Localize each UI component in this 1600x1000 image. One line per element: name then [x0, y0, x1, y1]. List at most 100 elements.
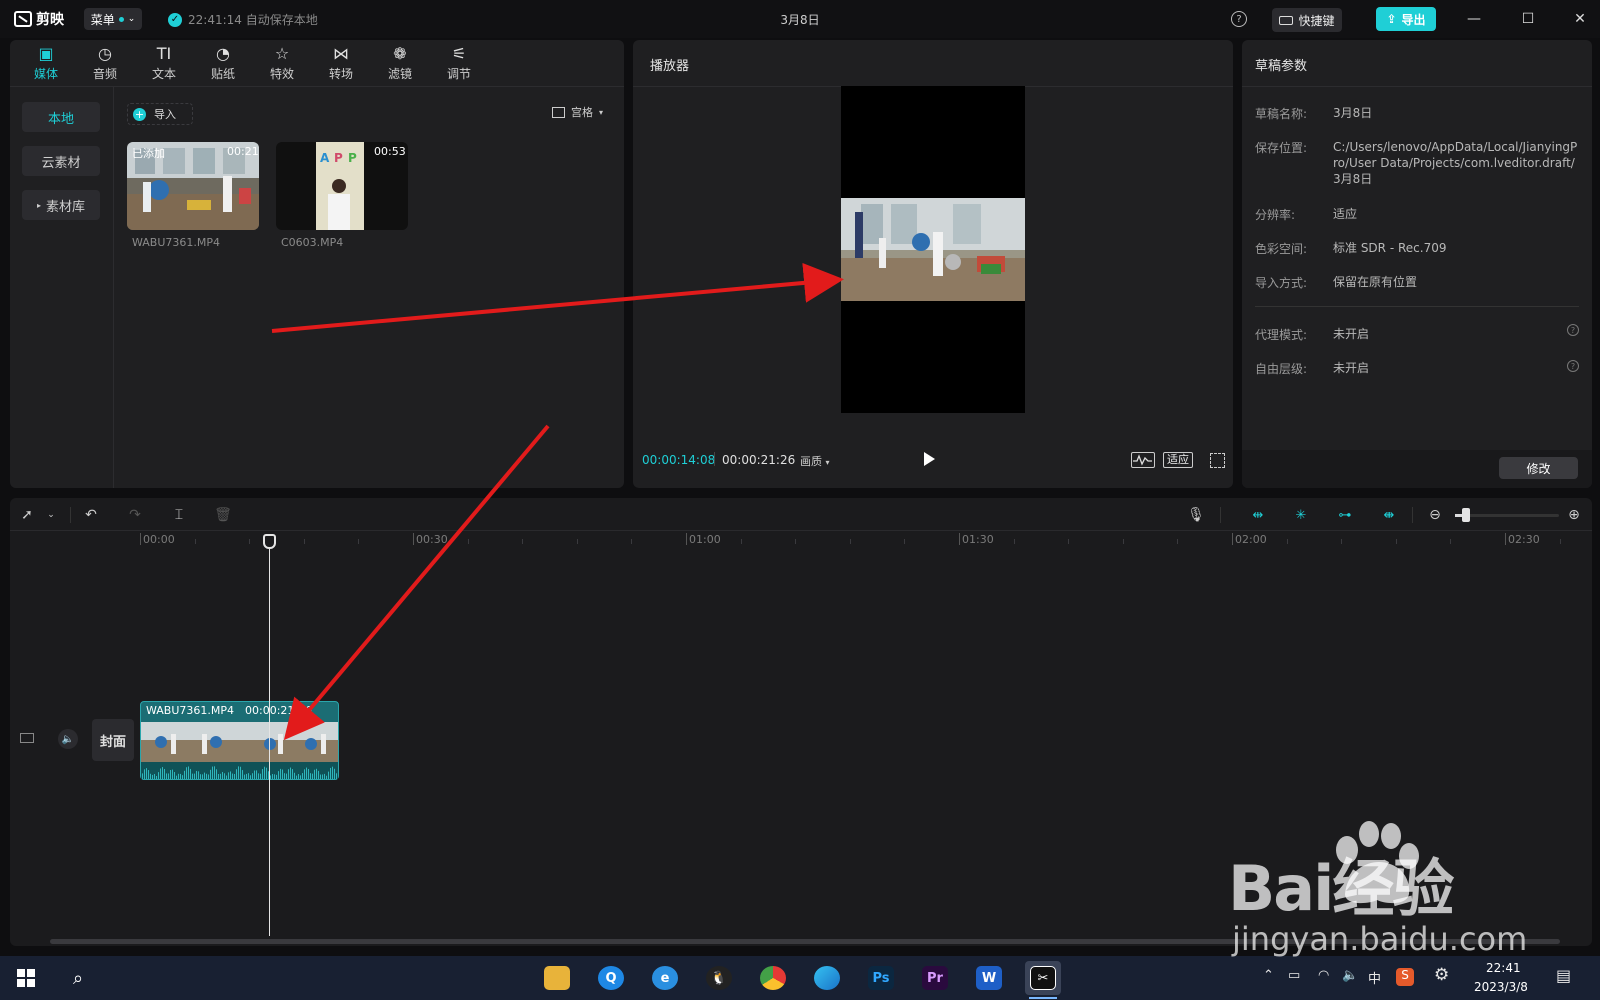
- export-button[interactable]: ⇪ 导出: [1376, 7, 1436, 31]
- tray-expand-icon[interactable]: ⌃: [1263, 968, 1274, 983]
- tab-text[interactable]: TI 文本: [137, 44, 191, 84]
- waveform-bar: [160, 768, 161, 779]
- sidebar-item-cloud[interactable]: 云素材: [22, 146, 100, 176]
- input-method-indicator[interactable]: 中: [1368, 968, 1381, 987]
- close-button[interactable]: ✕: [1570, 10, 1590, 28]
- ruler-tick: [1232, 533, 1233, 545]
- sidebar-item-local[interactable]: 本地: [22, 102, 100, 132]
- browser-q-icon[interactable]: Q: [593, 961, 629, 995]
- fullscreen-icon[interactable]: [1210, 453, 1225, 468]
- shortcut-button[interactable]: 快捷键: [1272, 8, 1342, 32]
- ruler-label: 01:00: [689, 533, 721, 546]
- timecode-divider: [714, 452, 715, 466]
- zoom-slider-track[interactable]: [1455, 514, 1559, 517]
- waveform-bar: [304, 769, 305, 779]
- waveform-bar: [258, 773, 259, 779]
- track-hide-icon[interactable]: [20, 733, 34, 743]
- menu-button[interactable]: 菜单 ⌄: [84, 8, 142, 30]
- tab-label: 文本: [151, 67, 176, 81]
- battery-icon[interactable]: ▭: [1288, 968, 1300, 983]
- modify-button[interactable]: 修改: [1499, 457, 1578, 479]
- qq-icon[interactable]: 🐧: [701, 961, 737, 995]
- info-icon[interactable]: ?: [1567, 324, 1579, 336]
- tab-label: 特效: [269, 67, 294, 81]
- minimize-button[interactable]: —: [1464, 10, 1484, 28]
- main-track-magnet-icon[interactable]: ⇹: [1247, 506, 1269, 524]
- redo-icon[interactable]: ↷: [126, 506, 144, 524]
- tab-sticker[interactable]: ◔ 贴纸: [196, 44, 250, 84]
- sticker-icon: ◔: [216, 43, 230, 63]
- sidebar-item-library[interactable]: ▸ 素材库: [22, 190, 100, 220]
- ruler-minor-tick: [577, 539, 578, 544]
- ruler-minor-tick: [904, 539, 905, 544]
- waveform-bar: [248, 773, 249, 779]
- clock-date[interactable]: 2023/3/8: [1474, 980, 1528, 994]
- transition-icon: ⋈: [333, 43, 349, 63]
- play-icon[interactable]: [924, 452, 935, 466]
- tab-label: 音频: [92, 67, 117, 81]
- search-icon[interactable]: ⌕: [60, 961, 96, 995]
- quality-dropdown[interactable]: 画质 ▾: [800, 453, 830, 469]
- w-glyph: W: [976, 966, 1002, 990]
- tab-effects[interactable]: ☆ 特效: [255, 44, 309, 84]
- photoshop-icon[interactable]: Ps: [863, 961, 899, 995]
- waveform-bar: [176, 775, 177, 779]
- tab-media[interactable]: ▣ 媒体: [19, 44, 73, 84]
- waveform-glyph: [142, 766, 337, 779]
- zoom-slider-handle[interactable]: [1462, 508, 1470, 522]
- cover-button[interactable]: 封面: [92, 719, 134, 761]
- zoom-in-icon[interactable]: ⊕: [1565, 506, 1583, 524]
- tab-filter[interactable]: ❁ 滤镜: [373, 44, 427, 84]
- windows-taskbar: [0, 956, 1600, 1000]
- tab-transition[interactable]: ⋈ 转场: [314, 44, 368, 84]
- zoom-out-icon[interactable]: ⊖: [1426, 506, 1444, 524]
- playhead-handle[interactable]: [263, 534, 276, 549]
- ruler-label: 00:00: [143, 533, 175, 546]
- wifi-icon[interactable]: ◠: [1318, 968, 1329, 983]
- linkage-icon[interactable]: ⊶: [1334, 506, 1356, 524]
- ruler-minor-tick: [468, 539, 469, 544]
- view-mode-dropdown[interactable]: 宫格 ▾: [552, 104, 603, 120]
- settings-gear-icon[interactable]: ⚙: [1434, 965, 1449, 985]
- media-item-wabu7361[interactable]: 已添加 00:21: [127, 142, 259, 230]
- tab-adjust[interactable]: ⚟ 调节: [432, 44, 486, 84]
- media-item-c0603[interactable]: A P P 00:53: [276, 142, 408, 230]
- waveform-bar: [178, 773, 179, 779]
- split-icon[interactable]: ⌶: [170, 506, 188, 524]
- preview-axis-icon[interactable]: ⇼: [1378, 506, 1400, 524]
- delete-icon[interactable]: 🗑: [214, 506, 232, 524]
- volume-icon[interactable]: 🔈: [1342, 968, 1358, 983]
- select-cursor-icon[interactable]: ➚: [18, 506, 36, 524]
- tab-label: 转场: [328, 67, 353, 81]
- premiere-icon[interactable]: Pr: [917, 961, 953, 995]
- edge-icon[interactable]: [809, 961, 845, 995]
- svg-text:P: P: [348, 151, 357, 165]
- word-icon[interactable]: W: [971, 961, 1007, 995]
- clock-time[interactable]: 22:41: [1486, 961, 1521, 975]
- waveform-icon[interactable]: [1131, 452, 1155, 468]
- fit-ratio-button[interactable]: 适应: [1163, 452, 1193, 468]
- help-icon[interactable]: ?: [1231, 11, 1247, 27]
- windows-start-icon[interactable]: [8, 961, 44, 995]
- notification-icon[interactable]: ▤: [1556, 966, 1571, 985]
- auto-snap-icon[interactable]: ✳: [1290, 506, 1312, 524]
- undo-icon[interactable]: ↶: [82, 506, 100, 524]
- watermark-url: jingyan.baidu.com: [1232, 920, 1528, 958]
- upload-icon: ⇪: [1386, 12, 1397, 26]
- track-mute-icon[interactable]: 🔈: [58, 729, 78, 749]
- info-icon[interactable]: ?: [1567, 360, 1579, 372]
- file-explorer-icon[interactable]: [539, 961, 575, 995]
- microphone-icon[interactable]: 🎙: [1187, 506, 1205, 524]
- import-button[interactable]: + 导入: [127, 103, 193, 125]
- waveform-bar: [244, 774, 245, 779]
- waveform-bar: [250, 775, 251, 779]
- waveform-bar: [232, 773, 233, 779]
- chevron-down-icon[interactable]: ⌄: [42, 506, 60, 524]
- playhead-line[interactable]: [269, 540, 270, 936]
- capcut-taskbar-icon[interactable]: ✂: [1025, 961, 1061, 995]
- ie-icon[interactable]: e: [647, 961, 683, 995]
- chrome-icon[interactable]: [755, 961, 791, 995]
- tab-audio[interactable]: ◷ 音频: [78, 44, 132, 84]
- maximize-button[interactable]: ☐: [1518, 10, 1538, 28]
- sogou-icon[interactable]: S: [1396, 968, 1414, 986]
